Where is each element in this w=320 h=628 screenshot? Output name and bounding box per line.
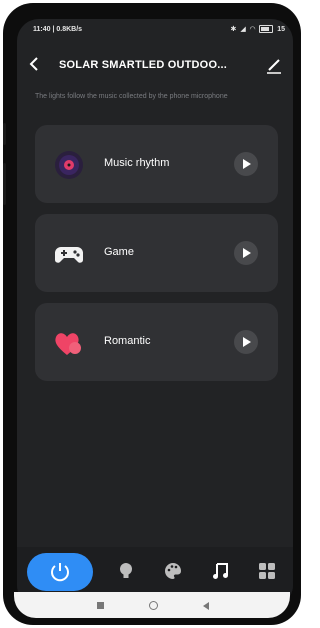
signal-icon: ◢ (240, 26, 246, 33)
recents-button[interactable] (97, 602, 104, 609)
mode-card-romantic[interactable]: Romantic (35, 303, 278, 381)
battery-icon (259, 25, 274, 33)
play-button[interactable] (234, 152, 258, 176)
nav-palette-button[interactable] (163, 561, 183, 581)
mode-card-game[interactable]: Game (35, 214, 278, 292)
status-time: 11:40 | 0.8KB/s (33, 26, 83, 33)
bluetooth-icon: ✱ (230, 26, 237, 33)
home-button[interactable] (149, 601, 158, 610)
app-screen: 11:40 | 0.8KB/s ✱ ◢ ◠ 15 SOLAR SMARTLED … (17, 19, 293, 607)
pencil-icon (267, 59, 281, 74)
hearts-icon (53, 327, 85, 359)
volume-button (3, 123, 6, 145)
battery-level: 15 (277, 25, 285, 33)
back-button[interactable] (27, 55, 43, 75)
status-icons: ✱ ◢ ◠ 15 (231, 25, 285, 33)
bulb-icon (120, 563, 132, 578)
vinyl-record-icon (53, 149, 85, 181)
system-nav-bar (14, 592, 290, 618)
bottom-nav (17, 547, 293, 595)
mode-label: Romantic (104, 335, 151, 347)
gamepad-icon (53, 238, 85, 270)
palette-icon (165, 563, 182, 579)
grid-icon (259, 563, 275, 579)
mode-description: The lights follow the music collected by… (35, 93, 228, 100)
nav-power-button[interactable] (27, 553, 93, 591)
power-side-button (3, 163, 6, 205)
wifi-icon: ◠ (249, 26, 256, 33)
mode-card-music-rhythm[interactable]: Music rhythm (35, 125, 278, 203)
power-icon (51, 563, 69, 582)
back-system-button[interactable] (203, 602, 209, 610)
play-button[interactable] (234, 330, 258, 354)
mode-label: Game (104, 246, 134, 258)
music-note-icon (213, 563, 228, 579)
nav-bulb-button[interactable] (116, 561, 136, 581)
mode-label: Music rhythm (104, 157, 170, 169)
play-button[interactable] (234, 241, 258, 265)
chevron-left-icon (29, 57, 38, 71)
nav-grid-button[interactable] (257, 561, 277, 581)
page-title: SOLAR SMARTLED OUTDOO... (59, 59, 227, 71)
nav-music-button[interactable] (211, 561, 231, 581)
edit-button[interactable] (265, 57, 283, 75)
status-bar: 11:40 | 0.8KB/s ✱ ◢ ◠ 15 (17, 19, 293, 41)
header: SOLAR SMARTLED OUTDOO... (17, 55, 293, 79)
